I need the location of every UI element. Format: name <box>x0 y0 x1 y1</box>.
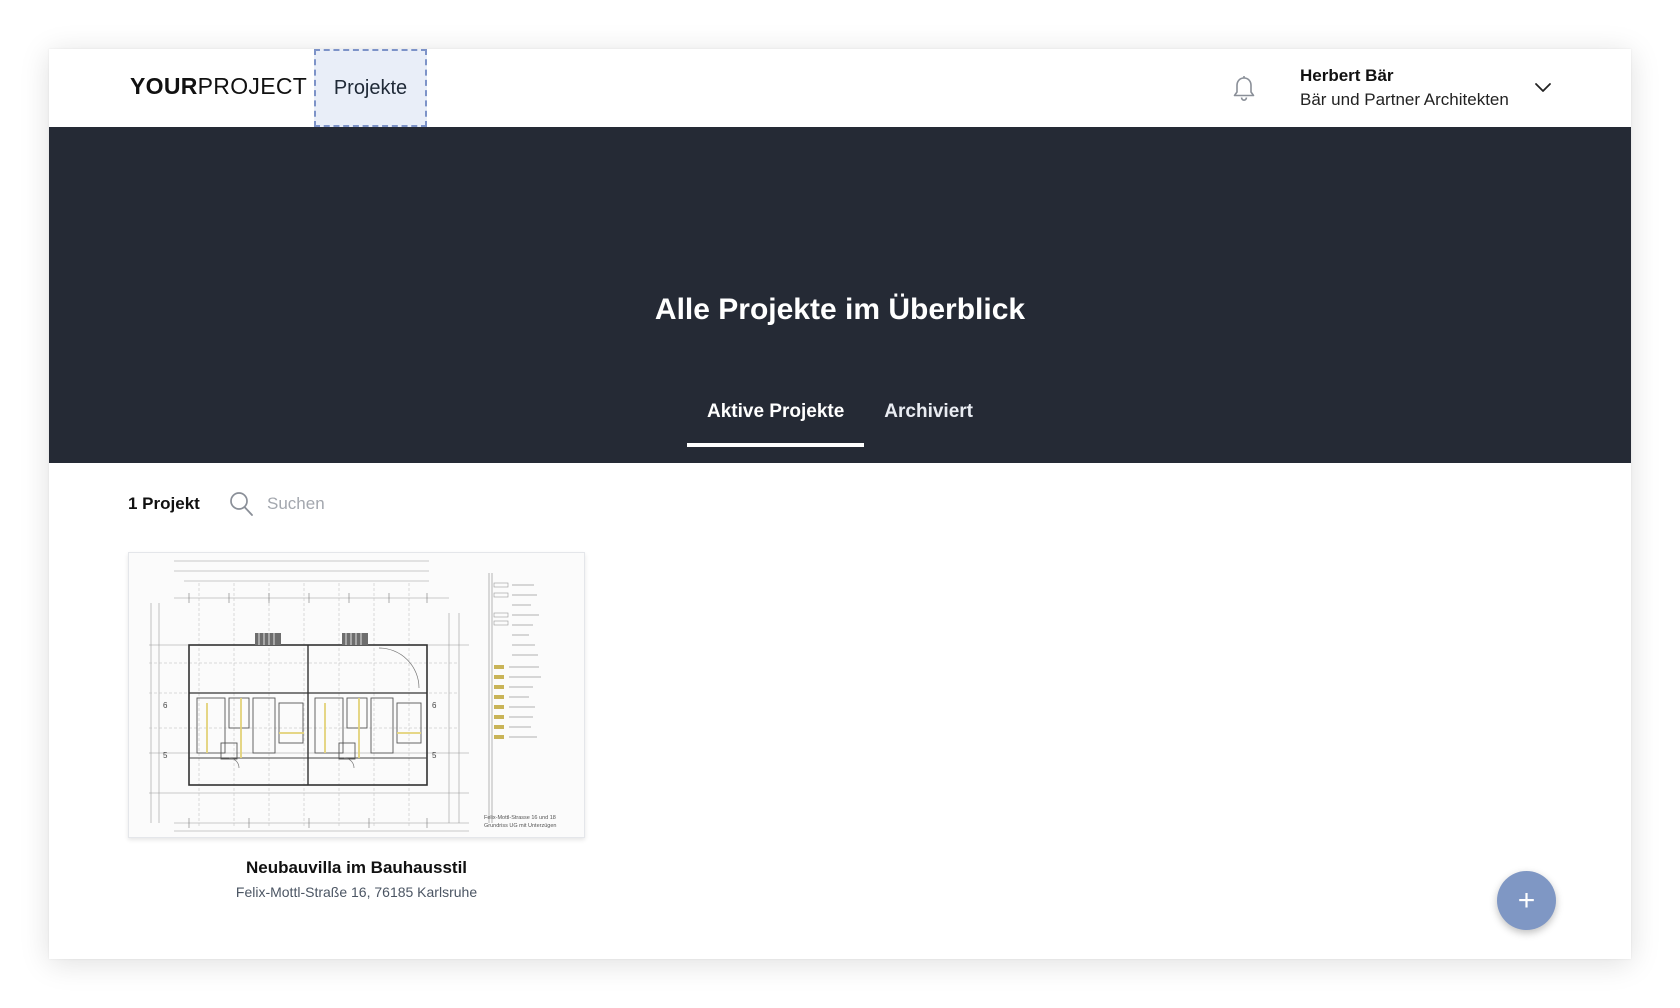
hero-banner: Alle Projekte im Überblick Aktive Projek… <box>49 127 1631 463</box>
project-thumbnail[interactable]: 6 5 6 5 Felix-Mottl-Strasse 16 und 18 Gr… <box>128 552 585 838</box>
page-title: Alle Projekte im Überblick <box>654 293 1026 326</box>
chevron-down-icon[interactable] <box>1534 81 1552 95</box>
svg-text:6: 6 <box>432 701 437 710</box>
logo-light: PROJECT <box>197 73 308 99</box>
floor-plan-drawing: 6 5 6 5 Felix-Mottl-Strasse 16 und 18 Gr… <box>129 553 584 837</box>
project-address: Felix-Mottl-Straße 16, 76185 Karlsruhe <box>235 884 478 900</box>
nav-item-projekte[interactable]: Projekte <box>314 49 427 127</box>
plan-caption-line-1: Felix-Mottl-Strasse 16 und 18 <box>484 815 556 821</box>
search-icon[interactable] <box>228 490 254 518</box>
plus-icon: + <box>1517 883 1536 917</box>
plan-caption-line-2: Grundriss UG mit Unterzügen <box>484 823 556 829</box>
project-tabs: Aktive Projekte Archiviert <box>49 391 1631 447</box>
tab-archived[interactable]: Archiviert <box>864 391 993 447</box>
search-input[interactable] <box>267 489 527 519</box>
svg-text:5: 5 <box>432 751 437 760</box>
project-title[interactable]: Neubauvilla im Bauhausstil <box>128 858 585 878</box>
project-count: 1 Projekt <box>128 494 200 513</box>
app-window: YOURPROJECT Projekte Herbert Bär Bär und… <box>49 49 1631 959</box>
user-name: Herbert Bär <box>1300 66 1394 85</box>
add-project-button[interactable]: + <box>1497 871 1556 930</box>
user-menu[interactable]: Herbert Bär Bär und Partner Architekten <box>1300 65 1509 113</box>
svg-text:5: 5 <box>163 751 168 760</box>
tab-active-projects[interactable]: Aktive Projekte <box>687 391 865 447</box>
user-company: Bär und Partner Architekten <box>1300 90 1509 109</box>
logo[interactable]: YOURPROJECT <box>130 73 307 100</box>
bell-icon[interactable] <box>1231 75 1257 103</box>
logo-bold: YOUR <box>130 73 198 99</box>
top-navigation: YOURPROJECT Projekte Herbert Bär Bär und… <box>49 49 1631 127</box>
svg-text:6: 6 <box>163 701 168 710</box>
project-card[interactable]: 6 5 6 5 Felix-Mottl-Strasse 16 und 18 Gr… <box>128 552 585 900</box>
